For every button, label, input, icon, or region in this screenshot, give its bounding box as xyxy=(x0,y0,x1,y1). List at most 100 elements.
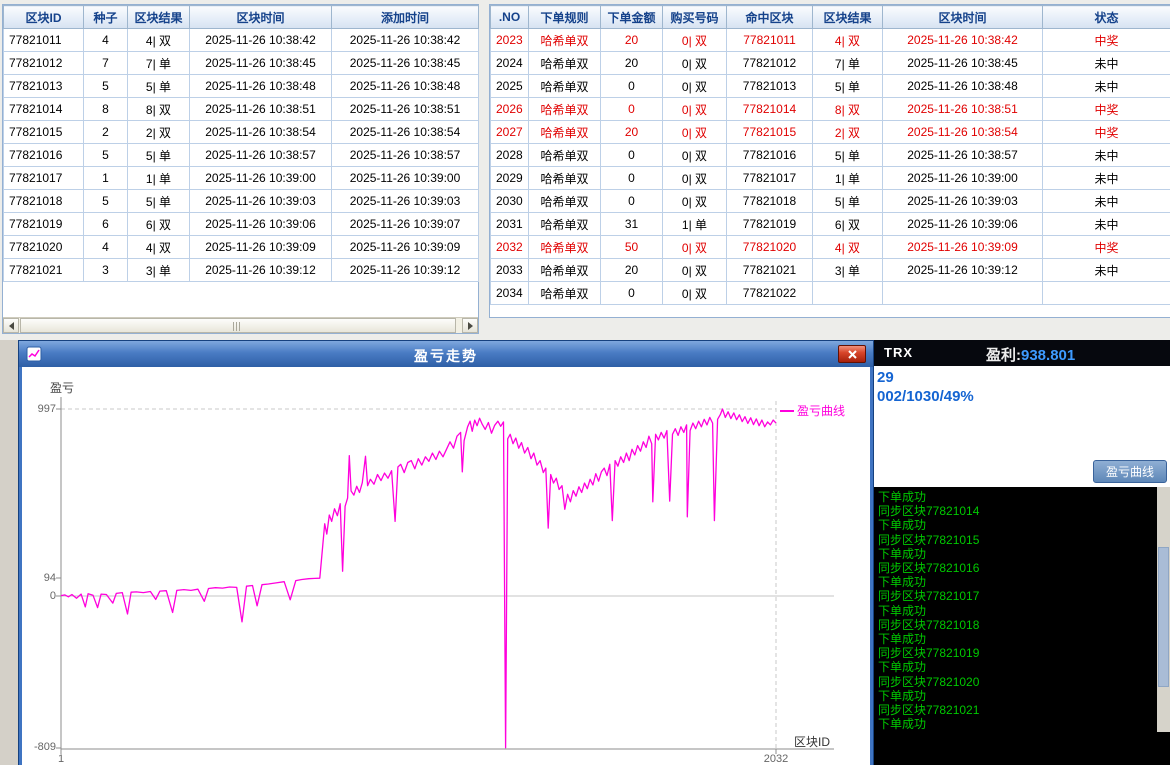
order-column-header[interactable]: 下单金额 xyxy=(601,6,663,29)
scroll-left-button[interactable] xyxy=(3,318,19,333)
cell: 2027 xyxy=(491,121,529,144)
cell: 2032 xyxy=(491,236,529,259)
block-row[interactable]: 7782101655| 单2025-11-26 10:38:572025-11-… xyxy=(4,144,479,167)
cell: 1| 单 xyxy=(663,213,727,236)
block-column-header[interactable]: 区块时间 xyxy=(190,6,332,29)
scroll-right-button[interactable] xyxy=(462,318,478,333)
profit-summary: 盈利:938.801 xyxy=(986,344,1075,365)
block-table: 区块ID种子区块结果区块时间添加时间 7782101144| 双2025-11-… xyxy=(3,5,479,282)
order-row[interactable]: 2023哈希单双200| 双778210114| 双2025-11-26 10:… xyxy=(491,29,1170,52)
cell: 20 xyxy=(601,121,663,144)
log-console[interactable]: 下单成功同步区块77821014下单成功同步区块77821015下单成功同步区块… xyxy=(874,487,1170,765)
cell: 6| 双 xyxy=(128,213,190,236)
block-row[interactable]: 7782101355| 单2025-11-26 10:38:482025-11-… xyxy=(4,75,479,98)
block-row[interactable]: 7782101277| 单2025-11-26 10:38:452025-11-… xyxy=(4,52,479,75)
block-column-header[interactable]: 区块ID xyxy=(4,6,84,29)
legend-label: 盈亏曲线 xyxy=(797,402,845,419)
cell: 2025-11-26 10:39:03 xyxy=(190,190,332,213)
cell: 3| 单 xyxy=(813,259,883,282)
cell: 2| 双 xyxy=(813,121,883,144)
cell: 哈希单双 xyxy=(529,190,601,213)
hscroll-thumb[interactable] xyxy=(20,318,456,333)
profit-curve-button[interactable]: 盈亏曲线 xyxy=(1093,460,1167,483)
cell: 77821012 xyxy=(727,52,813,75)
cell: 2033 xyxy=(491,259,529,282)
cell: 2025-11-26 10:38:57 xyxy=(332,144,479,167)
log-line: 下单成功 xyxy=(878,547,1155,561)
cell: 0 xyxy=(601,144,663,167)
cell: 2 xyxy=(84,121,128,144)
order-column-header[interactable]: 下单规则 xyxy=(529,6,601,29)
legend-line-icon xyxy=(780,410,794,412)
block-row[interactable]: 7782102044| 双2025-11-26 10:39:092025-11-… xyxy=(4,236,479,259)
cell: 2025-11-26 10:38:45 xyxy=(332,52,479,75)
cell: 哈希单双 xyxy=(529,52,601,75)
order-column-header[interactable]: 状态 xyxy=(1043,6,1170,29)
order-row[interactable]: 2029哈希单双00| 双778210171| 单2025-11-26 10:3… xyxy=(491,167,1170,190)
cell xyxy=(1043,282,1170,305)
order-column-header[interactable]: 购买号码 xyxy=(663,6,727,29)
cell: 77821019 xyxy=(727,213,813,236)
stat-line-2: 002/1030/49% xyxy=(877,388,974,405)
cell: 5| 单 xyxy=(128,144,190,167)
cell: 2025-11-26 10:38:48 xyxy=(190,75,332,98)
cell: 77821015 xyxy=(4,121,84,144)
cell: 2025-11-26 10:39:09 xyxy=(883,236,1043,259)
cell: 0 xyxy=(601,75,663,98)
block-row[interactable]: 7782101522| 双2025-11-26 10:38:542025-11-… xyxy=(4,121,479,144)
window-titlebar[interactable]: 盈亏走势 xyxy=(19,341,873,367)
cell: 2025-11-26 10:39:00 xyxy=(190,167,332,190)
cell: 2025-11-26 10:39:12 xyxy=(883,259,1043,282)
cell: 0 xyxy=(601,167,663,190)
block-row[interactable]: 7782101966| 双2025-11-26 10:39:062025-11-… xyxy=(4,213,479,236)
chart-body: 盈亏 997 94 0 -809 1 2032 区块ID 盈亏曲线 xyxy=(22,367,870,765)
order-row[interactable]: 2027哈希单双200| 双778210152| 双2025-11-26 10:… xyxy=(491,121,1170,144)
cell: 2029 xyxy=(491,167,529,190)
console-scrollbar-thumb[interactable] xyxy=(1158,547,1169,687)
cell: 2025-11-26 10:39:06 xyxy=(883,213,1043,236)
log-line: 下单成功 xyxy=(878,632,1155,646)
cell: 未中 xyxy=(1043,259,1170,282)
order-row[interactable]: 2025哈希单双00| 双778210135| 单2025-11-26 10:3… xyxy=(491,75,1170,98)
order-row[interactable]: 2031哈希单双311| 单778210196| 双2025-11-26 10:… xyxy=(491,213,1170,236)
cell: 8| 双 xyxy=(813,98,883,121)
cell: 2025-11-26 10:38:48 xyxy=(332,75,479,98)
order-row[interactable]: 2028哈希单双00| 双778210165| 单2025-11-26 10:3… xyxy=(491,144,1170,167)
cell: 2025-11-26 10:38:42 xyxy=(190,29,332,52)
order-row[interactable]: 2032哈希单双500| 双778210204| 双2025-11-26 10:… xyxy=(491,236,1170,259)
block-row[interactable]: 7782101711| 单2025-11-26 10:39:002025-11-… xyxy=(4,167,479,190)
cell: 77821021 xyxy=(4,259,84,282)
block-row[interactable]: 7782101488| 双2025-11-26 10:38:512025-11-… xyxy=(4,98,479,121)
log-line: 下单成功 xyxy=(878,604,1155,618)
order-row[interactable]: 2033哈希单双200| 双778210213| 单2025-11-26 10:… xyxy=(491,259,1170,282)
block-column-header[interactable]: 区块结果 xyxy=(128,6,190,29)
block-column-header[interactable]: 种子 xyxy=(84,6,128,29)
order-column-header[interactable]: 区块时间 xyxy=(883,6,1043,29)
block-table-hscrollbar[interactable] xyxy=(3,317,478,333)
block-row[interactable]: 7782101855| 单2025-11-26 10:39:032025-11-… xyxy=(4,190,479,213)
cell: 2025-11-26 10:39:03 xyxy=(332,190,479,213)
cell xyxy=(813,282,883,305)
close-button[interactable] xyxy=(838,345,866,363)
cell: 未中 xyxy=(1043,75,1170,98)
cell: 2031 xyxy=(491,213,529,236)
close-icon xyxy=(848,350,857,359)
order-column-header[interactable]: .NO xyxy=(491,6,529,29)
cell: 2025-11-26 10:39:06 xyxy=(190,213,332,236)
order-column-header[interactable]: 命中区块 xyxy=(727,6,813,29)
cell: 5| 单 xyxy=(128,75,190,98)
block-column-header[interactable]: 添加时间 xyxy=(332,6,479,29)
cell: 1| 单 xyxy=(128,167,190,190)
block-row[interactable]: 7782101144| 双2025-11-26 10:38:422025-11-… xyxy=(4,29,479,52)
cell: 2025-11-26 10:38:57 xyxy=(190,144,332,167)
order-row[interactable]: 2030哈希单双00| 双778210185| 单2025-11-26 10:3… xyxy=(491,190,1170,213)
cell: 未中 xyxy=(1043,144,1170,167)
block-row[interactable]: 7782102133| 单2025-11-26 10:39:122025-11-… xyxy=(4,259,479,282)
order-row[interactable]: 2024哈希单双200| 双778210127| 单2025-11-26 10:… xyxy=(491,52,1170,75)
cell: 4| 双 xyxy=(128,236,190,259)
order-column-header[interactable]: 区块结果 xyxy=(813,6,883,29)
console-scrollbar[interactable] xyxy=(1157,487,1170,732)
order-row[interactable]: 2034哈希单双00| 双77821022 xyxy=(491,282,1170,305)
cell: 哈希单双 xyxy=(529,282,601,305)
order-row[interactable]: 2026哈希单双00| 双778210148| 双2025-11-26 10:3… xyxy=(491,98,1170,121)
